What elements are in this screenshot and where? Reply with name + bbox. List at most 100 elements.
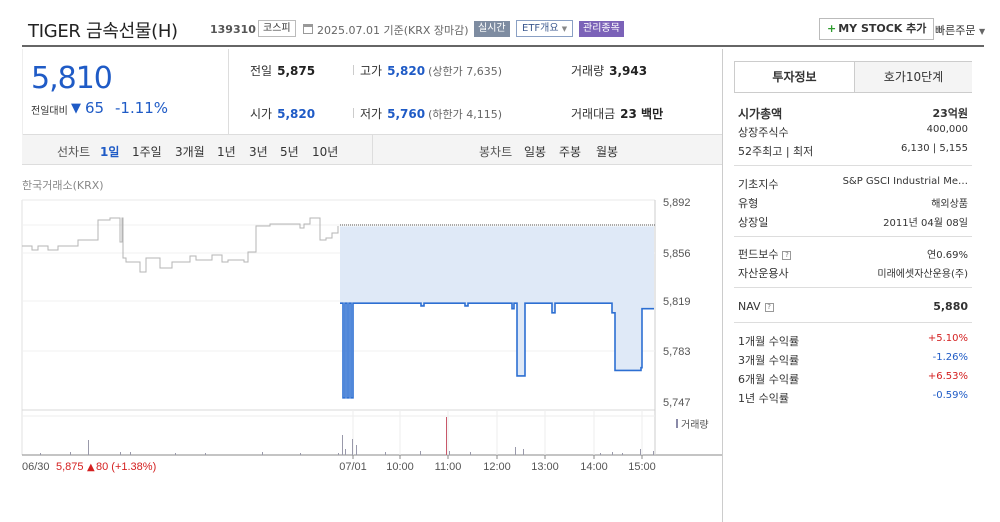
tab-monthly-candle[interactable]: 월봉 <box>596 143 618 160</box>
info-key: 52주최고 | 최저 <box>738 145 814 158</box>
volume-bar <box>130 452 131 455</box>
volume-bar <box>600 453 601 455</box>
quick-order-label: 빠른주문 <box>935 24 976 37</box>
nav-value: 5,880 <box>933 300 968 313</box>
candle-chart-label: 봉차트 <box>479 145 513 159</box>
managed-badge[interactable]: 관리종목 <box>579 21 624 37</box>
fund-fee-label: 펀드보수 <box>738 248 779 261</box>
prev-close-label: 5,875 <box>56 461 84 473</box>
prev-close-label: 전일 <box>250 64 273 78</box>
open-value: 5,820 <box>277 107 316 121</box>
info-key: 시가총액 <box>738 107 783 121</box>
low-cell: 저가 5,760 (하한가 4,115) <box>360 105 502 122</box>
etf-overview-dropdown[interactable]: ETF개요 ▼ <box>516 20 574 37</box>
volume-bar <box>515 447 516 455</box>
return-label: 6개월 수익률 <box>738 373 800 386</box>
tab-3year[interactable]: 3년 <box>249 143 268 160</box>
info-value: 6,130 | 5,155 <box>901 143 968 154</box>
tab-investment-info[interactable]: 투자정보 <box>735 62 854 92</box>
calendar-icon <box>303 24 313 34</box>
low-value: 5,760 <box>387 107 426 121</box>
intraday-chart[interactable]: 5,892 5,856 5,819 5,783 5,747 거래량 06/30 … <box>0 190 722 480</box>
tab-5year[interactable]: 5년 <box>280 143 299 160</box>
info-value: 2011년 04월 08일 <box>883 218 968 229</box>
low-label: 저가 <box>360 107 383 121</box>
open-cell: 시가 5,820 <box>250 105 315 122</box>
info-value: S&P GSCI Industrial Me… <box>842 176 968 187</box>
volume-bar <box>449 451 450 455</box>
x-tick-label: 10:00 <box>386 461 414 473</box>
page-header: TIGER 금속선물(H) 139310 코스피 2025.07.01 기준(K… <box>22 0 985 47</box>
chart-period-tabs: 선차트 1일 1주일 3개월 1년 3년 5년 10년 봉차트 일봉 주봉 월봉 <box>22 135 722 165</box>
info-panel: 투자정보 호가10단계 시가총액 23억원 상장주식수 400,000 52주최고 … <box>722 49 984 522</box>
return-label: 3개월 수익률 <box>738 354 800 367</box>
prev-close-value: 5,875 <box>277 64 316 78</box>
info-key: 펀드보수? <box>738 246 792 262</box>
nav-label: NAV <box>738 300 761 313</box>
high-cell: 고가 5,820 (상한가 7,635) <box>360 62 502 79</box>
divider <box>353 65 354 75</box>
help-icon[interactable]: ? <box>764 303 774 312</box>
tab-3month[interactable]: 3개월 <box>175 143 205 160</box>
line-chart-label: 선차트 <box>57 145 91 159</box>
divider <box>734 322 972 323</box>
info-value: 연0.69% <box>927 250 968 261</box>
tab-daily-candle[interactable]: 일봉 <box>524 143 546 160</box>
return-value: +5.10% <box>927 333 968 344</box>
volume-bar <box>205 453 206 455</box>
up-triangle-icon: ▲ <box>87 462 95 473</box>
high-label: 고가 <box>360 64 383 78</box>
add-my-stock-label: MY STOCK 추가 <box>838 22 927 35</box>
quick-order-button[interactable]: 빠른주문 ▼ <box>935 22 985 38</box>
divider <box>734 287 972 288</box>
volume-label: 거래량 <box>571 64 605 78</box>
x-tick-label: 15:00 <box>628 461 656 473</box>
tab-10year[interactable]: 10년 <box>312 143 338 160</box>
info-key: NAV? <box>738 300 774 313</box>
volume-bar <box>338 453 339 455</box>
tab-1day[interactable]: 1일 <box>100 143 119 160</box>
amount-value: 23 백만 <box>620 107 664 121</box>
prev-change-label: 80 (+1.38%) <box>96 461 156 473</box>
x-axis-labels: 07/01 10:00 11:00 12:00 13:00 14:00 15:00 <box>339 461 656 473</box>
volume-bar <box>88 440 89 455</box>
down-triangle-icon: ▼ <box>71 101 81 116</box>
x-tick-label: 14:00 <box>580 461 608 473</box>
high-value: 5,820 <box>387 64 426 78</box>
tab-1year[interactable]: 1년 <box>217 143 236 160</box>
info-value: 해외상품 <box>931 199 968 210</box>
tab-1week[interactable]: 1주일 <box>132 143 162 160</box>
quote-summary: 5,810 전일대비 ▼ 65 -1.11% 전일 5,875 고가 5,820 (상… <box>22 49 722 135</box>
upper-limit: (상한가 7,635) <box>428 65 502 78</box>
volume-value: 3,943 <box>609 64 648 78</box>
info-key: 유형 <box>738 197 759 210</box>
tab-weekly-candle[interactable]: 주봉 <box>559 143 581 160</box>
volume-bar <box>40 453 41 455</box>
prev-close-cell: 전일 5,875 <box>250 62 315 79</box>
volume-bar <box>523 449 524 455</box>
volume-cell: 거래량 3,943 <box>571 62 647 79</box>
divider <box>372 135 373 165</box>
chevron-down-icon: ▼ <box>561 25 568 33</box>
lower-limit: (하한가 4,115) <box>428 108 502 121</box>
x-tick-label: 12:00 <box>483 461 511 473</box>
vertical-grid <box>352 410 643 459</box>
prev-day-line <box>22 217 339 273</box>
info-value: 400,000 <box>926 124 968 135</box>
divider <box>734 165 972 166</box>
help-icon[interactable]: ? <box>782 251 792 260</box>
info-key: 자산운용사 <box>738 267 789 280</box>
x-tick-label: 11:00 <box>435 461 462 473</box>
volume-legend-label: 거래량 <box>681 419 709 431</box>
info-key: 상장주식수 <box>738 126 789 139</box>
info-tabs: 투자정보 호가10단계 <box>734 61 972 93</box>
volume-bar <box>653 451 654 455</box>
y-tick-label: 5,747 <box>663 397 691 409</box>
price-area-fill <box>340 226 654 398</box>
realtime-badge[interactable]: 실시간 <box>474 21 510 37</box>
info-value: 미래에셋자산운용(주) <box>877 269 968 280</box>
volume-bar <box>470 452 471 455</box>
volume-bar <box>420 451 421 455</box>
add-my-stock-button[interactable]: + MY STOCK 추가 <box>819 18 935 40</box>
tab-orderbook[interactable]: 호가10단계 <box>854 62 972 92</box>
